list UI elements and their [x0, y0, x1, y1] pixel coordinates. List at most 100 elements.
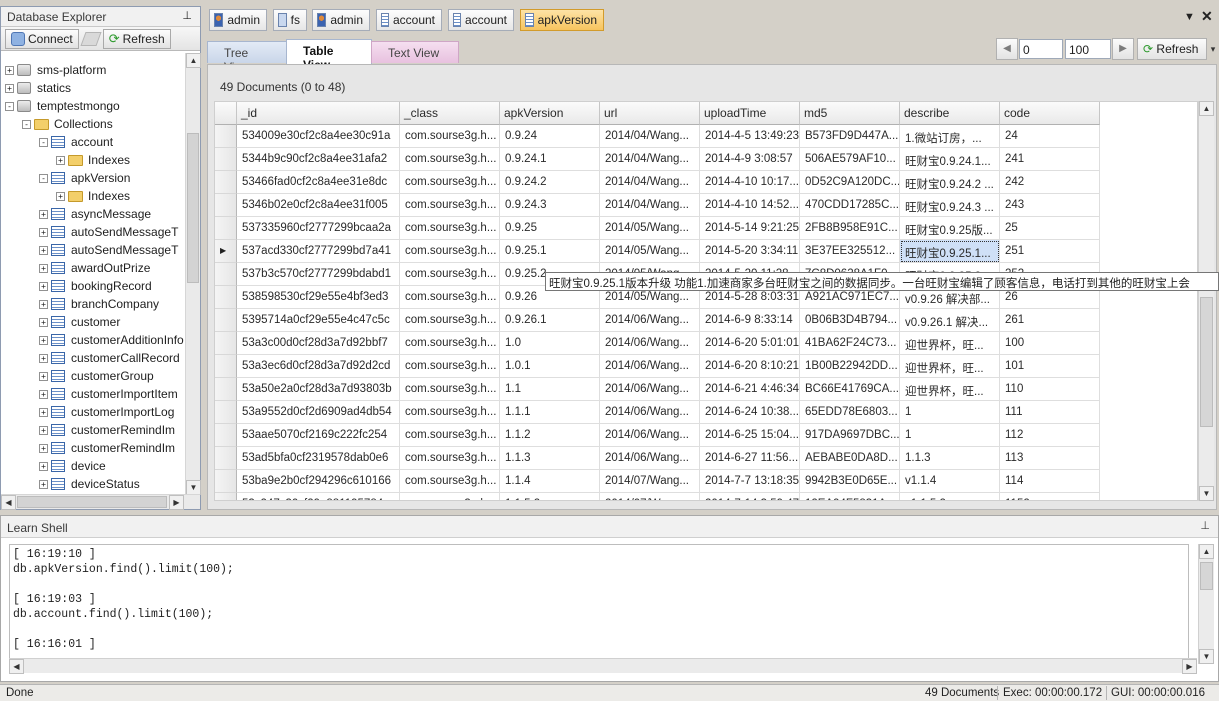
- table-cell[interactable]: 41BA62F24C73...: [800, 332, 900, 355]
- table-cell[interactable]: 1: [900, 401, 1000, 424]
- table-cell[interactable]: 1.1.3: [500, 447, 600, 470]
- table-cell[interactable]: 迎世界杯，旺...: [900, 378, 1000, 401]
- table-cell[interactable]: com.sourse3g.h...: [400, 447, 500, 470]
- column-header[interactable]: md5: [800, 102, 900, 125]
- next-page-button[interactable]: ▶: [1112, 38, 1134, 60]
- table-cell[interactable]: 1.1.3: [900, 447, 1000, 470]
- tab-list-dropdown-icon[interactable]: ▼: [1184, 11, 1195, 23]
- table-cell[interactable]: 2014-4-9 3:08:57: [700, 148, 800, 171]
- table-cell[interactable]: 261: [1000, 309, 1100, 332]
- collapse-icon[interactable]: -: [22, 119, 31, 129]
- table-cell[interactable]: com.sourse3g.h...: [400, 355, 500, 378]
- shell-scroll-down-icon[interactable]: ▼: [1199, 649, 1214, 664]
- table-cell[interactable]: 101: [1000, 355, 1100, 378]
- table-cell[interactable]: 1.1: [500, 378, 600, 401]
- table-cell[interactable]: 0.9.24.3: [500, 194, 600, 217]
- table-cell[interactable]: 65EDD78E6803...: [800, 401, 900, 424]
- table-cell[interactable]: 53a9552d0cf2d6909ad4db54: [237, 401, 400, 424]
- grid-scroll-down-icon[interactable]: ▼: [1199, 486, 1214, 501]
- row-header[interactable]: [215, 447, 237, 470]
- table-cell[interactable]: v1.1.5.2: [900, 493, 1000, 500]
- tree-node[interactable]: + customerRemindIm: [1, 421, 175, 439]
- tree-node[interactable]: + customerImportLog: [1, 403, 174, 421]
- table-cell[interactable]: 251: [1000, 240, 1100, 263]
- column-header[interactable]: code: [1000, 102, 1100, 125]
- row-header[interactable]: [215, 424, 237, 447]
- table-cell[interactable]: 1.1.5.2: [500, 493, 600, 500]
- shell-scroll-up-icon[interactable]: ▲: [1199, 544, 1214, 559]
- table-cell[interactable]: 9942B3E0D65E...: [800, 470, 900, 493]
- prev-page-button[interactable]: ◀: [996, 38, 1018, 60]
- table-cell[interactable]: v1.1.4: [900, 470, 1000, 493]
- table-cell[interactable]: 2014/04/Wang...: [600, 194, 700, 217]
- table-cell[interactable]: v0.9.26.1 解决...: [900, 309, 1000, 332]
- table-cell[interactable]: 1: [900, 424, 1000, 447]
- table-cell[interactable]: com.sourse3g.h...: [400, 378, 500, 401]
- expand-icon[interactable]: +: [39, 245, 48, 255]
- grid-vertical-scrollbar[interactable]: ▲ ▼: [1198, 101, 1214, 501]
- table-cell[interactable]: 5344b9c90cf2c8a4ee31afa2: [237, 148, 400, 171]
- connect-button[interactable]: Connect: [5, 28, 79, 49]
- expand-icon[interactable]: +: [39, 425, 48, 435]
- table-cell[interactable]: com.sourse3g.h...: [400, 309, 500, 332]
- tree-node[interactable]: + bookingRecord: [1, 277, 152, 295]
- tree-node[interactable]: + device: [1, 457, 106, 475]
- limit-input[interactable]: 100: [1065, 39, 1111, 59]
- row-header[interactable]: [215, 194, 237, 217]
- row-header[interactable]: [215, 470, 237, 493]
- table-cell[interactable]: 旺财宝0.9.24.2 ...: [900, 171, 1000, 194]
- table-cell[interactable]: 53a3ec6d0cf28d3a7d92d2cd: [237, 355, 400, 378]
- tree-node[interactable]: + sms-platform: [1, 61, 106, 79]
- column-header[interactable]: _id: [237, 102, 400, 125]
- row-header[interactable]: [215, 309, 237, 332]
- tab-tree-view[interactable]: Tree View: [207, 41, 287, 74]
- expand-icon[interactable]: +: [39, 461, 48, 471]
- table-cell[interactable]: 506AE579AF10...: [800, 148, 900, 171]
- tree-node[interactable]: + customerRemindIm: [1, 439, 175, 457]
- table-cell[interactable]: com.sourse3g.h...: [400, 286, 500, 309]
- table-cell[interactable]: 旺财宝0.9.24.3 ...: [900, 194, 1000, 217]
- table-cell[interactable]: 2014/06/Wang...: [600, 424, 700, 447]
- table-cell[interactable]: 2014-6-27 11:56...: [700, 447, 800, 470]
- table-cell[interactable]: com.sourse3g.h...: [400, 194, 500, 217]
- table-cell[interactable]: com.sourse3g.h...: [400, 171, 500, 194]
- table-cell[interactable]: com.sourse3g.h...: [400, 125, 500, 148]
- tree-node[interactable]: + autoSendMessageT: [1, 223, 178, 241]
- table-cell[interactable]: 2014/04/Wang...: [600, 171, 700, 194]
- column-header[interactable]: describe: [900, 102, 1000, 125]
- row-header[interactable]: [215, 332, 237, 355]
- table-cell[interactable]: 1.微站订房，...: [900, 125, 1000, 148]
- table-cell[interactable]: 242: [1000, 171, 1100, 194]
- explorer-refresh-button[interactable]: ⟳ Refresh: [102, 28, 171, 49]
- table-cell[interactable]: 0.9.24: [500, 125, 600, 148]
- tree-node[interactable]: + customer: [1, 313, 120, 331]
- table-cell[interactable]: 537335960cf2777299bcaa2a: [237, 217, 400, 240]
- expand-icon[interactable]: +: [5, 83, 14, 93]
- table-cell[interactable]: com.sourse3g.h...: [400, 470, 500, 493]
- table-cell[interactable]: 537b3c570cf2777299bdabd1: [237, 263, 400, 286]
- expand-icon[interactable]: +: [56, 155, 65, 165]
- expand-icon[interactable]: +: [39, 371, 48, 381]
- table-cell[interactable]: 2014/05/Wang...: [600, 217, 700, 240]
- tree-node[interactable]: - apkVersion: [1, 169, 130, 187]
- table-cell[interactable]: com.sourse3g.h...: [400, 424, 500, 447]
- table-cell[interactable]: 0.9.25.1: [500, 240, 600, 263]
- table-cell[interactable]: 2014/06/Wang...: [600, 332, 700, 355]
- row-header[interactable]: [215, 125, 237, 148]
- tree-horizontal-scrollbar[interactable]: ◀ ▶: [1, 494, 200, 510]
- expand-icon[interactable]: +: [39, 389, 48, 399]
- tree-node[interactable]: + customerAdditionInfo: [1, 331, 184, 349]
- expand-icon[interactable]: +: [39, 353, 48, 363]
- table-cell[interactable]: 53aae5070cf2169c222fc254: [237, 424, 400, 447]
- tree-node[interactable]: + Indexes: [1, 187, 130, 205]
- table-cell[interactable]: 537acd330cf2777299bd7a41: [237, 240, 400, 263]
- table-cell[interactable]: 1.1.2: [500, 424, 600, 447]
- shell-scroll-left-icon[interactable]: ◀: [9, 659, 24, 674]
- table-cell[interactable]: 2014-4-10 14:52...: [700, 194, 800, 217]
- tree-scroll-thumb[interactable]: [187, 133, 199, 283]
- table-cell[interactable]: AEBABE0DA8D...: [800, 447, 900, 470]
- table-cell[interactable]: 241: [1000, 148, 1100, 171]
- table-cell[interactable]: 2014-7-7 13:18:35: [700, 470, 800, 493]
- table-cell[interactable]: 2014/04/Wang...: [600, 125, 700, 148]
- table-cell[interactable]: 112: [1000, 424, 1100, 447]
